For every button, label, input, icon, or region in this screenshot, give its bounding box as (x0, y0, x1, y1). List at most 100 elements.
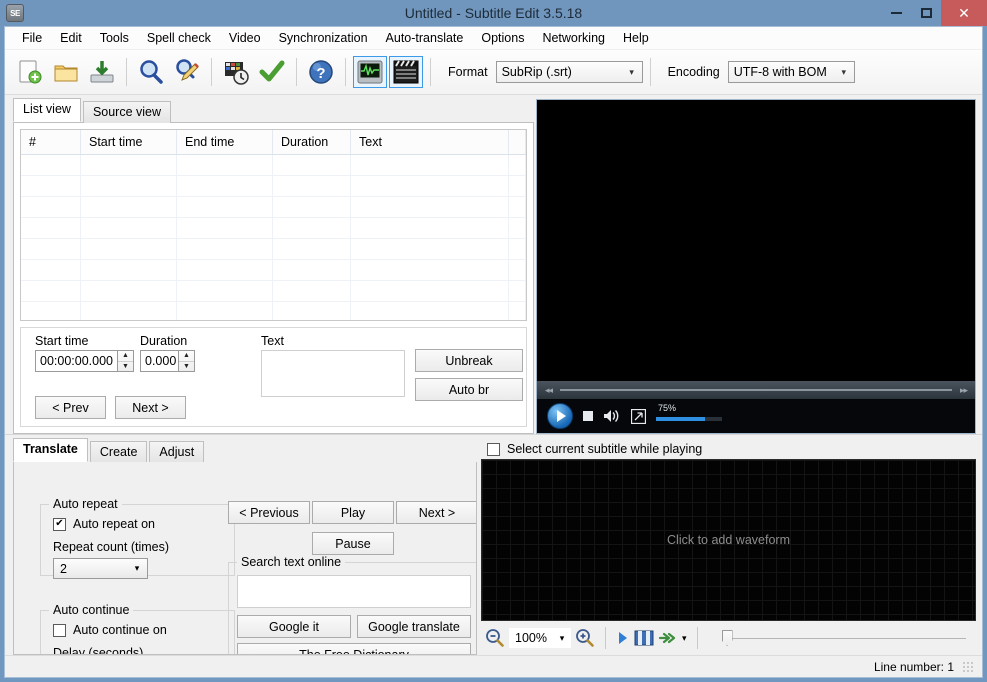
table-row[interactable] (21, 281, 526, 302)
save-icon[interactable] (85, 54, 119, 90)
unbreak-button[interactable]: Unbreak (415, 349, 523, 372)
table-row[interactable] (21, 302, 526, 321)
zoom-in-icon[interactable] (575, 628, 595, 648)
select-subtitle-checkbox[interactable]: Select current subtitle while playing (481, 439, 976, 459)
video-frames-icon[interactable] (634, 629, 654, 647)
duration-input[interactable]: 0.000 (140, 350, 178, 372)
listview-header: # Start time End time Duration Text (21, 130, 526, 155)
subtitle-text-input[interactable] (261, 350, 405, 397)
subtitle-listview[interactable]: # Start time End time Duration Text (20, 129, 527, 321)
tab-source-view[interactable]: Source view (83, 101, 171, 123)
menu-file[interactable]: File (13, 28, 51, 48)
column-end-time[interactable]: End time (177, 130, 273, 154)
spell-check-icon[interactable] (255, 54, 289, 90)
forward-icon[interactable]: ▸▸ (960, 385, 967, 396)
new-file-icon[interactable] (13, 54, 47, 90)
menu-help[interactable]: Help (614, 28, 658, 48)
fast-forward-icon[interactable] (658, 630, 678, 646)
column-text[interactable]: Text (351, 130, 509, 154)
google-translate-button[interactable]: Google translate (357, 615, 471, 638)
spin-down-icon[interactable]: ▼ (179, 362, 194, 372)
table-row[interactable] (21, 218, 526, 239)
checkbox-icon[interactable]: ✔ (53, 518, 66, 531)
volume-icon[interactable] (603, 408, 621, 424)
menu-auto-translate[interactable]: Auto-translate (377, 28, 473, 48)
fullscreen-icon[interactable] (631, 409, 646, 424)
auto-continue-checkbox[interactable]: Auto continue on (53, 623, 167, 637)
menu-options[interactable]: Options (472, 28, 533, 48)
chevron-down-icon[interactable]: ▾ (682, 633, 687, 644)
previous-button[interactable]: < Previous (228, 501, 310, 524)
menu-video[interactable]: Video (220, 28, 270, 48)
duration-spinner[interactable]: 0.000 ▲ ▼ (140, 350, 195, 372)
stop-icon[interactable] (583, 411, 593, 421)
zoom-level-combo[interactable]: 100% ▾ (509, 628, 571, 648)
waveform-display[interactable]: Click to add waveform (481, 459, 976, 621)
start-time-spin-buttons[interactable]: ▲ ▼ (117, 350, 134, 372)
table-row[interactable] (21, 239, 526, 260)
waveform-position-slider[interactable] (722, 629, 966, 647)
table-row[interactable] (21, 197, 526, 218)
table-row[interactable] (21, 155, 526, 176)
checkbox-icon[interactable] (487, 443, 500, 456)
rewind-icon[interactable]: ◂◂ (545, 385, 552, 396)
maximize-button[interactable] (911, 0, 941, 26)
spin-down-icon[interactable]: ▼ (118, 362, 133, 372)
waveform-toggle-icon[interactable] (353, 56, 387, 88)
google-it-button[interactable]: Google it (237, 615, 351, 638)
column-start-time[interactable]: Start time (81, 130, 177, 154)
tab-translate[interactable]: Translate (13, 438, 88, 462)
open-folder-icon[interactable] (49, 54, 83, 90)
spin-up-icon[interactable]: ▲ (179, 351, 194, 362)
encoding-combo[interactable]: UTF-8 with BOM ▾ (728, 61, 855, 83)
seek-track[interactable] (560, 389, 952, 391)
sync-time-icon[interactable] (219, 54, 253, 90)
play-button[interactable]: Play (312, 501, 394, 524)
repeat-count-combo[interactable]: 2 ▾ (53, 558, 148, 579)
tab-list-view[interactable]: List view (13, 98, 81, 122)
table-row[interactable] (21, 260, 526, 281)
video-seek-bar[interactable]: ◂◂ ▸▸ (537, 381, 975, 399)
column-number[interactable]: # (21, 130, 81, 154)
play-icon[interactable] (547, 403, 573, 429)
close-button[interactable]: ✕ (941, 0, 987, 26)
format-combo[interactable]: SubRip (.srt) ▾ (496, 61, 643, 83)
checkbox-icon[interactable] (53, 624, 66, 637)
search-input[interactable] (237, 575, 471, 608)
table-row[interactable] (21, 176, 526, 197)
free-dictionary-button[interactable]: The Free Dictionary (237, 643, 471, 655)
slider-thumb[interactable] (722, 630, 733, 646)
zoom-out-icon[interactable] (485, 628, 505, 648)
menu-networking[interactable]: Networking (533, 28, 614, 48)
menu-tools[interactable]: Tools (91, 28, 138, 48)
video-player[interactable]: ◂◂ ▸▸ (536, 99, 976, 434)
video-surface[interactable] (537, 100, 975, 381)
start-time-input[interactable]: 00:00:00.000 (35, 350, 117, 372)
auto-br-button[interactable]: Auto br (415, 378, 523, 401)
menu-edit[interactable]: Edit (51, 28, 91, 48)
spin-up-icon[interactable]: ▲ (118, 351, 133, 362)
play-icon[interactable] (616, 630, 630, 646)
menu-synchronization[interactable]: Synchronization (270, 28, 377, 48)
volume-slider[interactable]: 75% (656, 403, 784, 429)
start-time-spinner[interactable]: 00:00:00.000 ▲ ▼ (35, 350, 134, 372)
video-toggle-icon[interactable] (389, 56, 423, 88)
menu-spell-check[interactable]: Spell check (138, 28, 220, 48)
pause-button[interactable]: Pause (312, 532, 394, 555)
minimize-button[interactable] (881, 0, 911, 26)
next-button[interactable]: Next > (115, 396, 186, 419)
next-button[interactable]: Next > (396, 501, 477, 524)
tab-create[interactable]: Create (90, 441, 148, 463)
auto-repeat-checkbox[interactable]: ✔ Auto repeat on (53, 517, 155, 531)
resize-grip-icon[interactable] (962, 661, 974, 673)
duration-spin-buttons[interactable]: ▲ ▼ (178, 350, 195, 372)
chevron-down-icon[interactable]: ▾ (554, 633, 570, 644)
tab-adjust[interactable]: Adjust (149, 441, 204, 463)
maximize-icon (921, 8, 932, 18)
window-title: Untitled - Subtitle Edit 3.5.18 (0, 5, 987, 21)
replace-icon[interactable] (170, 54, 204, 90)
prev-button[interactable]: < Prev (35, 396, 106, 419)
find-icon[interactable] (134, 54, 168, 90)
help-icon[interactable]: ? (304, 54, 338, 90)
column-duration[interactable]: Duration (273, 130, 351, 154)
